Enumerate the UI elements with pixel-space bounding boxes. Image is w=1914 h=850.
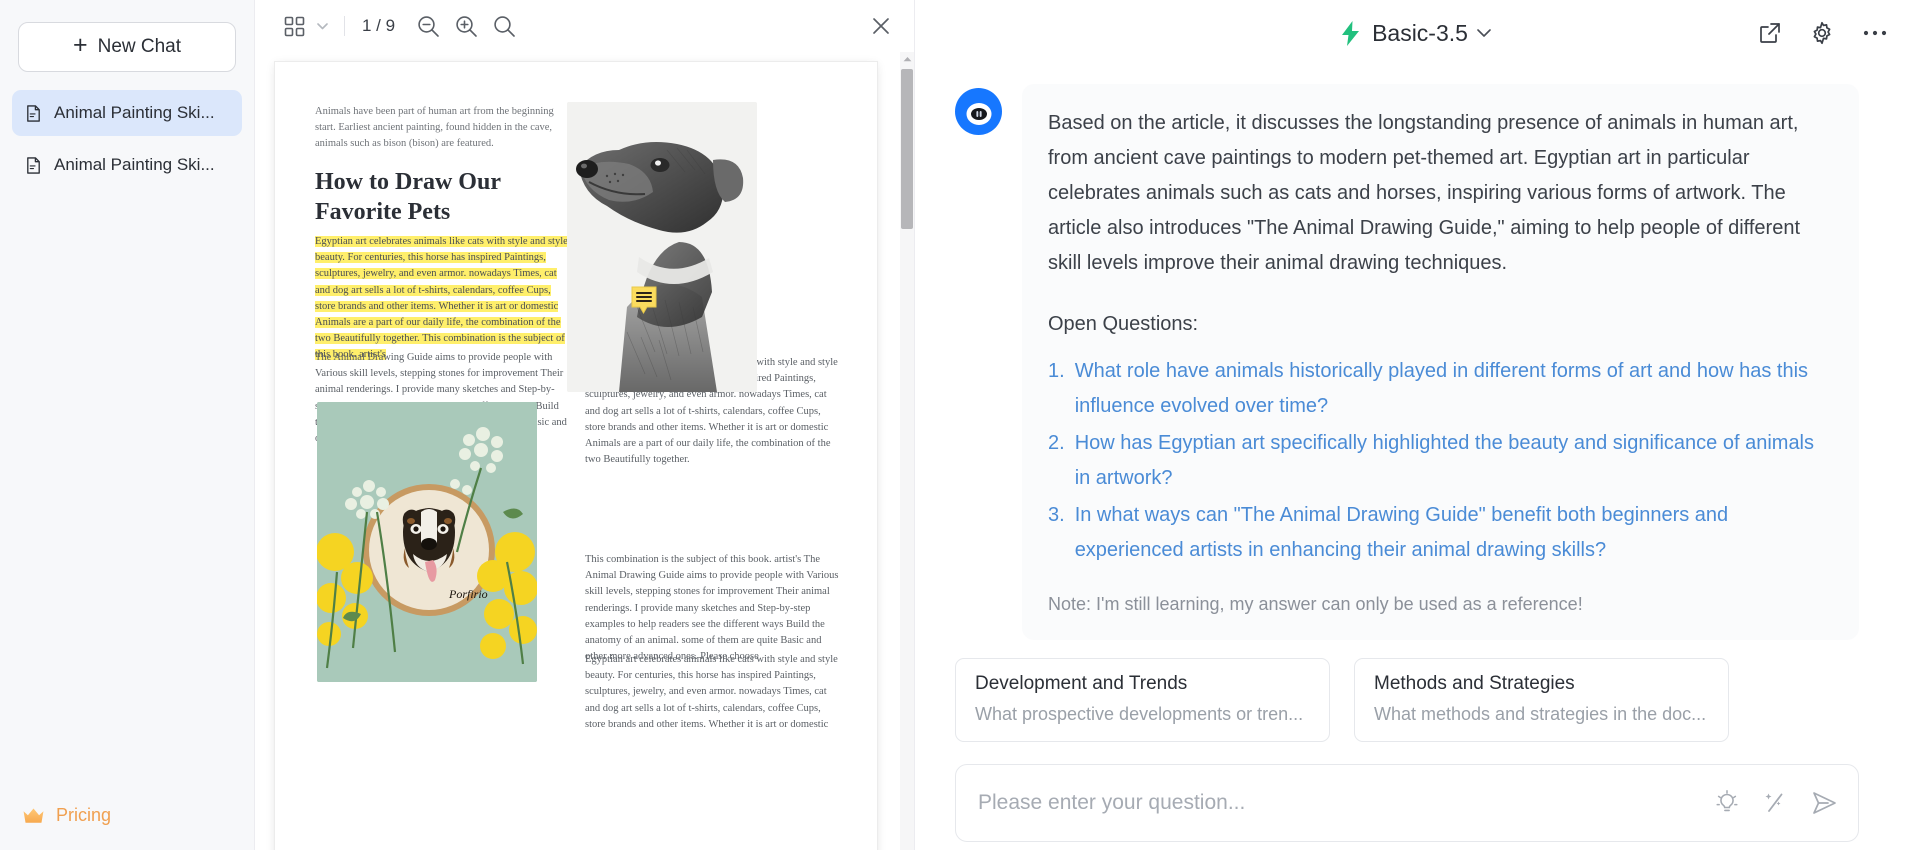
crown-icon <box>23 808 44 823</box>
comment-bubble-icon <box>631 286 657 314</box>
chevron-down-icon <box>1477 28 1491 37</box>
chat-history-list: Animal Painting Ski... Animal Painting S… <box>0 90 254 194</box>
chevron-down-icon <box>316 22 328 29</box>
new-chat-button[interactable]: + New Chat <box>18 22 236 72</box>
question-number: 3. <box>1048 504 1065 526</box>
question-text: What role have animals historically play… <box>1074 360 1809 417</box>
question-item-2[interactable]: 2. How has Egyptian art specifically hig… <box>1048 426 1833 496</box>
sidebar-item-label: Animal Painting Ski... <box>54 155 215 174</box>
close-pdf-button[interactable] <box>862 7 900 45</box>
close-icon <box>873 18 889 34</box>
suggestion-card-0[interactable]: Development and Trends What prospective … <box>955 658 1330 742</box>
pdf-viewer-pane: 1 / 9 Animals have been part of human ar… <box>255 0 915 850</box>
model-name: Basic-3.5 <box>1372 19 1468 46</box>
magic-wand-icon <box>1765 793 1783 812</box>
zoom-out-button[interactable] <box>409 7 447 45</box>
zoom-out-icon <box>417 15 439 37</box>
pricing-label: Pricing <box>56 805 112 825</box>
question-item-3[interactable]: 3. In what ways can "The Animal Drawing … <box>1048 498 1833 568</box>
pdf-search-button[interactable] <box>485 7 523 45</box>
chat-message-list: Based on the article, it discusses the l… <box>915 66 1914 850</box>
ellipsis-icon <box>1863 30 1887 36</box>
hint-button[interactable] <box>1715 790 1739 816</box>
message-bubble: Based on the article, it discusses the l… <box>1022 84 1859 640</box>
pdf-scroll-area[interactable]: Animals have been part of human art from… <box>255 52 914 850</box>
composer[interactable] <box>955 764 1859 842</box>
suggestion-card-1[interactable]: Methods and Strategies What methods and … <box>1354 658 1729 742</box>
message-paragraph: Based on the article, it discusses the l… <box>1048 112 1801 274</box>
lightning-bolt-icon <box>1342 20 1360 46</box>
suggestion-subtitle: What prospective developments or tren... <box>975 704 1304 724</box>
question-number: 2. <box>1048 432 1065 454</box>
external-link-icon <box>1760 23 1780 43</box>
toolbar-divider <box>344 16 345 36</box>
mascot-icon <box>966 102 991 125</box>
thumbnails-button[interactable] <box>275 7 313 45</box>
pdf-highlight-span: Egyptian art celebrates animals like cat… <box>315 236 568 361</box>
thumbnails-dropdown-button[interactable] <box>313 7 331 45</box>
new-chat-label: New Chat <box>97 36 182 57</box>
chat-header: Basic-3.5 <box>915 0 1914 66</box>
plus-icon: + <box>72 31 88 59</box>
pdf-right-column-2: This combination is the subject of this … <box>585 554 839 663</box>
settings-button[interactable] <box>1810 21 1834 45</box>
question-number: 1. <box>1048 360 1065 382</box>
embroidery-hoop-photo: Porfirio <box>317 402 537 682</box>
zoom-in-button[interactable] <box>447 7 485 45</box>
pdf-scrollbar-thumb[interactable] <box>901 69 913 229</box>
pdf-page-1: Animals have been part of human art from… <box>275 62 877 850</box>
pdf-right-column-3: Egyptian art celebrates animals like cat… <box>585 654 838 730</box>
composer-wrapper <box>915 742 1914 842</box>
assistant-message: Based on the article, it discusses the l… <box>915 84 1914 640</box>
sidebar-item-chat-1[interactable]: Animal Painting Ski... <box>12 142 242 188</box>
suggestion-title: Development and Trends <box>975 673 1188 694</box>
sidebar-item-label: Animal Painting Ski... <box>54 103 215 122</box>
app-root: + New Chat Animal Painting Ski... Animal… <box>0 0 1914 850</box>
grid-icon <box>284 16 304 36</box>
embroidery-photo-svg: Porfirio <box>317 402 537 682</box>
pdf-highlighted-text: Egyptian art celebrates animals like cat… <box>315 234 571 364</box>
chat-pane: Basic-3.5 Based on the article, it discu… <box>915 0 1914 850</box>
comment-marker-icon[interactable] <box>630 285 658 318</box>
scroll-up-arrow[interactable] <box>900 52 914 66</box>
document-icon <box>27 156 40 174</box>
suggestion-title: Methods and Strategies <box>1374 673 1575 694</box>
pdf-toolbar: 1 / 9 <box>255 0 914 52</box>
suggestion-cards: Development and Trends What prospective … <box>915 640 1914 742</box>
dog-sketch-image <box>567 102 757 392</box>
document-icon <box>27 104 40 122</box>
disclaimer-note: Note: I'm still learning, my answer can … <box>1048 594 1583 614</box>
share-button[interactable] <box>1758 21 1782 45</box>
suggestion-subtitle: What methods and strategies in the doc..… <box>1374 704 1707 724</box>
chevron-up-icon <box>903 57 911 62</box>
question-text: How has Egyptian art specifically highli… <box>1074 432 1815 489</box>
more-options-button[interactable] <box>1862 29 1888 37</box>
search-icon <box>493 15 515 37</box>
svg-text:Porfirio: Porfirio <box>448 587 488 601</box>
header-actions <box>1758 21 1888 45</box>
question-text: In what ways can "The Animal Drawing Gui… <box>1074 504 1729 561</box>
composer-actions <box>1715 790 1838 816</box>
send-button[interactable] <box>1811 790 1838 816</box>
enhance-prompt-button[interactable] <box>1763 790 1787 816</box>
open-questions-label: Open Questions: <box>1048 313 1199 335</box>
assistant-avatar <box>955 88 1002 135</box>
pricing-button[interactable]: Pricing <box>22 805 111 826</box>
sidebar: + New Chat Animal Painting Ski... Animal… <box>0 0 255 850</box>
chat-input[interactable] <box>978 791 1699 815</box>
page-indicator: 1 / 9 <box>362 16 396 35</box>
gear-icon <box>1813 21 1831 45</box>
pdf-article-title: How to Draw Our Favorite Pets <box>315 169 501 225</box>
pdf-scrollbar[interactable] <box>900 52 914 850</box>
send-icon <box>1813 792 1836 814</box>
dog-sketch-svg <box>567 102 757 392</box>
sidebar-item-chat-0[interactable]: Animal Painting Ski... <box>12 90 242 136</box>
zoom-in-icon <box>455 15 477 37</box>
pdf-lead-text: Animals have been part of human art from… <box>315 106 554 149</box>
lightbulb-icon <box>1716 790 1738 812</box>
open-questions-list: 1. What role have animals historically p… <box>1048 354 1833 568</box>
question-item-1[interactable]: 1. What role have animals historically p… <box>1048 354 1833 424</box>
